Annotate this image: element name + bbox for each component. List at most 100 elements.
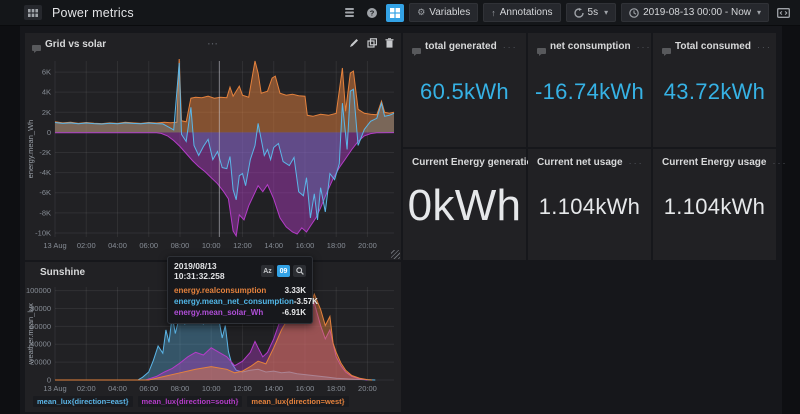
panel-menu-dots[interactable]: ··· [629,158,644,168]
panel-header-grid-vs-solar[interactable]: Grid vs solar ⋯ [25,33,401,55]
svg-text:6K: 6K [42,68,51,77]
svg-text:10:00: 10:00 [202,384,221,393]
tooltip-series-value: -6.91K [281,308,306,317]
monitor-icon [776,7,790,18]
panel-info-icon [412,43,421,56]
duplicate-panel-icon[interactable] [367,38,377,48]
dashboard-title: Power metrics [52,5,134,20]
stat-title: Total consumed [675,41,751,52]
svg-text:06:00: 06:00 [139,384,158,393]
stat-panel-current-energy-usage: Current Energy usage ··· 1.104kWh [653,149,785,260]
panel-info-icon [537,43,546,56]
tooltip-timestamp: 2019/08/13 10:31:32.258 [174,261,225,281]
svg-text:-8K: -8K [39,208,51,217]
panel-menu-dots[interactable]: ··· [503,42,518,52]
svg-text:2K: 2K [42,108,51,117]
panel-grid-vs-solar: Grid vs solar ⋯ 6K 4K 2K 0 -2K -4K -6K -8K -10K 1… [25,33,401,260]
layers-icon-button[interactable] [340,4,358,22]
magnifier-button[interactable] [293,265,306,277]
svg-text:100000: 100000 [26,286,51,295]
dashboard-grid-icon-button[interactable] [24,5,42,20]
arrow-up-icon: ↑ [491,7,496,18]
chevron-down-icon: ▾ [604,8,609,17]
top-navbar: Power metrics ? ⚙ Variables ↑ Annotation… [0,0,800,26]
svg-text:-6K: -6K [39,188,51,197]
stat-panel-total-consumed: Total consumed ··· 43.72kWh [653,33,776,147]
variables-button[interactable]: ⚙ Variables [409,3,479,22]
grid-icon [28,8,38,17]
svg-text:energy.mean_Wh: energy.mean_Wh [26,120,35,179]
chart-legend: mean_lux{direction=east} mean_lux{direct… [25,394,401,407]
svg-text:16:00: 16:00 [296,241,315,250]
stat-value: 1.104kWh [663,193,766,219]
stat-panel-total-generated: total generated ··· 60.5kWh [403,33,526,147]
svg-text:04:00: 04:00 [108,241,127,250]
panel-resize-handle[interactable] [391,250,400,259]
svg-text:10:00: 10:00 [202,241,221,250]
svg-text:-2K: -2K [39,148,51,157]
layers-icon [344,8,354,17]
clock-icon [629,7,639,18]
stat-value: -16.74kWh [534,79,645,105]
svg-text:0: 0 [47,128,51,137]
tooltip-series-value: -3.57K [293,297,318,306]
sort-numeric-button[interactable]: 09 [277,265,290,277]
add-panel-icon [390,7,401,18]
svg-text:13 Aug: 13 Aug [43,384,66,393]
svg-text:13 Aug: 13 Aug [43,241,66,250]
stat-title: Current net usage [537,157,623,168]
tooltip-series-label: energy.mean_solar_Wh [174,308,264,317]
chart-tooltip: 2019/08/13 10:31:32.258 Az 09 energy.rea… [167,256,318,324]
stat-value: 1.104kWh [538,193,641,219]
stat-value: 60.5kWh [420,79,509,105]
svg-text:04:00: 04:00 [108,384,127,393]
stat-value: 43.72kWh [663,79,766,105]
panel-title: Sunshine [40,266,86,278]
legend-item-east[interactable]: mean_lux{direction=east} [33,396,133,407]
delete-panel-icon[interactable] [385,38,394,48]
stat-value: 0kWh [407,180,522,230]
svg-text:02:00: 02:00 [77,241,96,250]
svg-text:14:00: 14:00 [264,384,283,393]
legend-item-west[interactable]: mean_lux{direction=west} [247,396,349,407]
sort-alpha-button[interactable]: Az [261,265,274,277]
stat-panel-net-consumption: net consumption ··· -16.74kWh [528,33,651,147]
panel-menu-dots[interactable]: ··· [637,42,652,52]
grid-vs-solar-chart[interactable]: 6K 4K 2K 0 -2K -4K -6K -8K -10K 13 Aug 02:00 04:00 0… [25,55,401,256]
panel-menu-dots[interactable]: ··· [757,42,772,52]
svg-text:02:00: 02:00 [77,384,96,393]
time-range-label: 2019-08-13 00:00 - Now [643,7,751,18]
edit-panel-icon[interactable] [349,38,359,48]
chevron-down-icon: ▾ [756,8,761,17]
svg-text:08:00: 08:00 [171,241,190,250]
panel-menu-dots[interactable]: ··· [772,158,787,168]
add-panel-button[interactable] [386,3,405,22]
svg-text:12:00: 12:00 [233,241,252,250]
stat-panel-current-net-usage: Current net usage ··· 1.104kWh [528,149,651,260]
stat-title: net consumption [550,41,631,52]
panel-info-icon [662,43,671,56]
annotations-button[interactable]: ↑ Annotations [483,3,561,22]
svg-text:4K: 4K [42,88,51,97]
tooltip-series-label: energy.realconsumption [174,286,267,295]
svg-text:?: ? [370,8,375,17]
panel-info-icon [32,40,41,53]
time-range-button[interactable]: 2019-08-13 00:00 - Now ▾ [621,3,769,22]
stat-title: Current Energy usage [662,157,767,168]
svg-text:20:00: 20:00 [358,384,377,393]
stat-panel-current-generation: Current Energy generation 0kWh [403,149,539,260]
stat-title: total generated [425,41,497,52]
help-icon-button[interactable]: ? [363,4,381,22]
tooltip-series-label: energy.mean_net_consumption [174,297,294,306]
panel-drag-handle[interactable]: ⋯ [207,37,219,50]
svg-text:-10K: -10K [35,228,51,237]
svg-text:weather.mean_lux: weather.mean_lux [26,303,35,365]
variables-label: Variables [429,7,471,18]
help-icon: ? [367,7,378,18]
panel-title: Grid vs solar [45,38,107,50]
legend-item-south[interactable]: mean_lux{direction=south} [137,396,243,407]
refresh-button[interactable]: 5s ▾ [565,3,617,22]
stat-title: Current Energy generation [412,157,539,168]
refresh-interval-label: 5s [587,7,599,18]
kiosk-mode-button[interactable] [774,4,792,22]
